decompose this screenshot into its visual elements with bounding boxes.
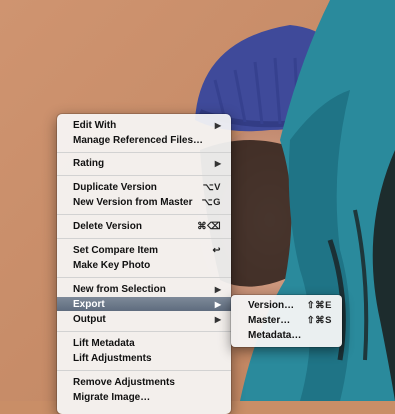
submenu-item-label: Metadata… [248,329,302,341]
menu-separator [57,370,231,371]
menu-item-manage-referenced-files[interactable]: Manage Referenced Files… [57,133,231,147]
submenu-item-label: Version… [248,299,295,311]
menu-item-output[interactable]: Output ▶ [57,312,231,326]
menu-separator [57,175,231,176]
export-submenu: Version… ⇧⌘E Master… ⇧⌘S Metadata… [231,295,342,347]
menu-item-label: New from Selection [73,283,166,295]
menu-item-label: Set Compare Item [73,244,159,256]
menu-item-label: Export [73,298,105,310]
menu-item-shortcut: ⌥G [201,196,221,208]
menu-item-remove-adjustments[interactable]: Remove Adjustments [57,375,231,389]
menu-item-edit-with[interactable]: Edit With ▶ [57,118,231,132]
menu-item-duplicate-version[interactable]: Duplicate Version ⌥V [57,180,231,194]
menu-item-label: Rating [73,157,105,169]
submenu-arrow-icon: ▶ [214,299,221,309]
menu-item-label: Remove Adjustments [73,376,175,388]
menu-item-label: Delete Version [73,220,142,232]
menu-item-label: Duplicate Version [73,181,157,193]
submenu-item-metadata[interactable]: Metadata… [231,328,342,342]
submenu-arrow-icon: ▶ [214,314,221,324]
menu-item-migrate-image[interactable]: Migrate Image… [57,390,231,404]
menu-item-new-version-from-master[interactable]: New Version from Master ⌥G [57,195,231,209]
submenu-arrow-icon: ▶ [214,284,221,294]
menu-separator [57,214,231,215]
menu-item-lift-adjustments[interactable]: Lift Adjustments [57,351,231,365]
menu-item-rating[interactable]: Rating ▶ [57,156,231,170]
menu-item-lift-metadata[interactable]: Lift Metadata [57,336,231,350]
menu-item-label: Lift Adjustments [73,352,152,364]
menu-item-label: Make Key Photo [73,259,151,271]
menu-item-shortcut: ⌥V [202,181,221,193]
submenu-arrow-icon: ▶ [214,120,221,130]
menu-item-label: Lift Metadata [73,337,135,349]
menu-separator [57,152,231,153]
menu-item-shortcut: ⌘⌫ [197,220,221,232]
menu-item-label: New Version from Master [73,196,193,208]
menu-separator [57,331,231,332]
menu-separator [57,238,231,239]
menu-item-make-key-photo[interactable]: Make Key Photo [57,258,231,272]
context-menu: Edit With ▶ Manage Referenced Files… Rat… [57,114,231,414]
submenu-item-shortcut: ⇧⌘S [306,314,332,326]
menu-item-label: Output [73,313,106,325]
submenu-item-master[interactable]: Master… ⇧⌘S [231,313,342,327]
menu-item-delete-version[interactable]: Delete Version ⌘⌫ [57,219,231,233]
submenu-item-shortcut: ⇧⌘E [306,299,332,311]
menu-item-set-compare-item[interactable]: Set Compare Item ↩ [57,243,231,257]
submenu-item-version[interactable]: Version… ⇧⌘E [231,298,342,312]
submenu-arrow-icon: ▶ [214,158,221,168]
submenu-item-label: Master… [248,314,291,326]
menu-item-label: Manage Referenced Files… [73,134,204,146]
menu-item-label: Edit With [73,119,117,131]
menu-item-new-from-selection[interactable]: New from Selection ▶ [57,282,231,296]
menu-item-export[interactable]: Export ▶ [57,297,231,311]
menu-item-shortcut: ↩ [212,244,221,256]
menu-separator [57,277,231,278]
